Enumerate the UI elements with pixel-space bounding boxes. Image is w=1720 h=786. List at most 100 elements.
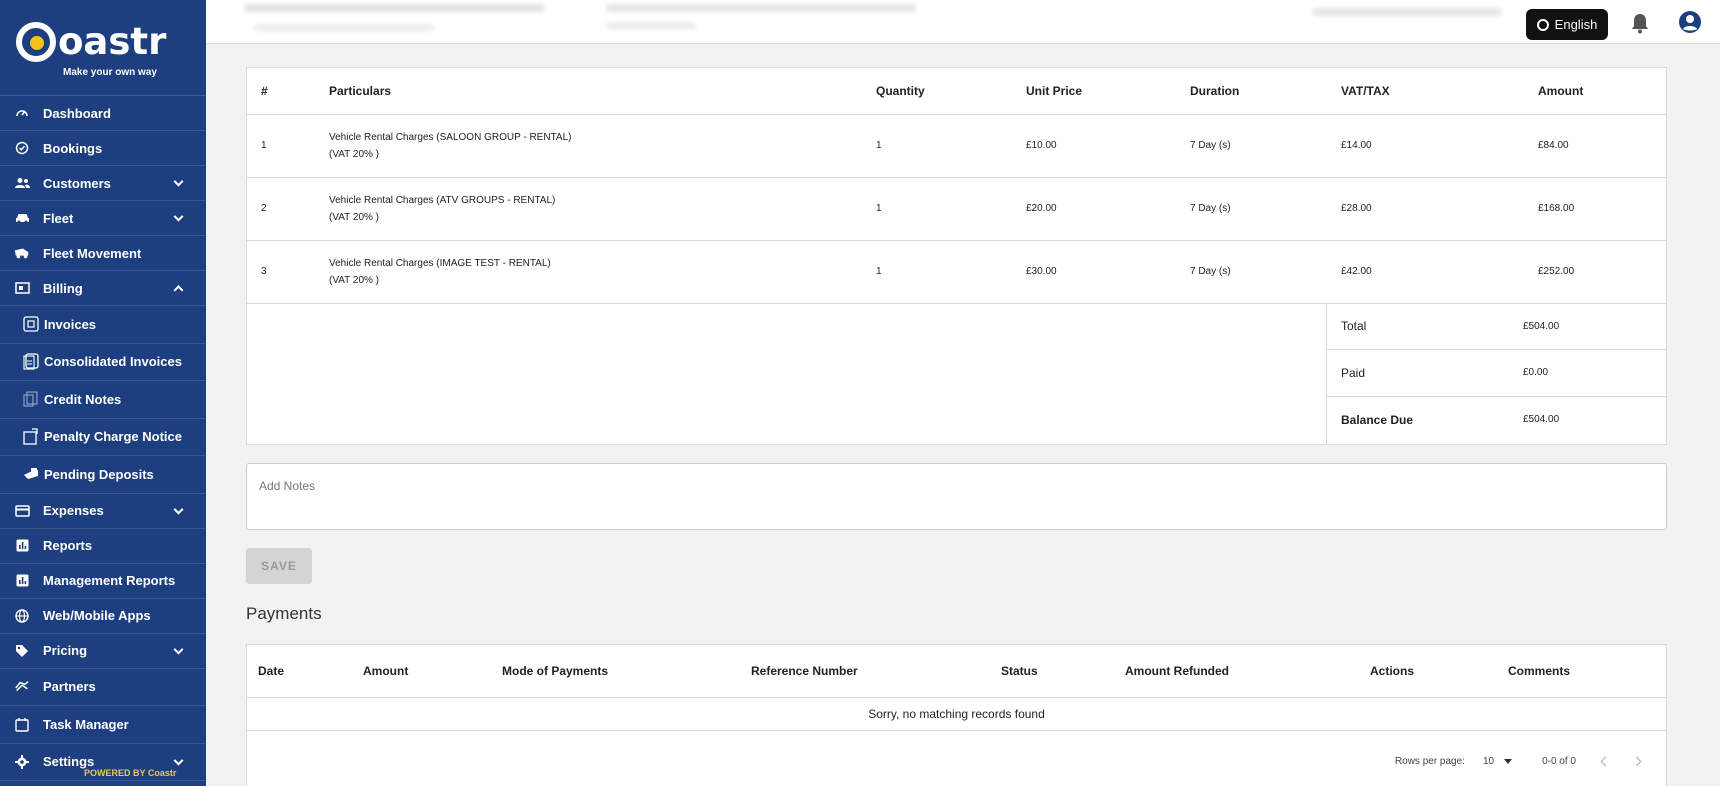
chevron-down-icon[interactable]: [173, 644, 184, 655]
duration-cell: 7 Day (s): [1176, 114, 1327, 178]
col-header[interactable]: Mode of Payments: [491, 644, 740, 698]
balance-due-value: £504.00: [1523, 414, 1560, 426]
check-circle-icon: [14, 140, 30, 156]
chart-icon: [14, 538, 30, 554]
col-header: Quantity: [862, 68, 1012, 115]
brand-name: oastr: [58, 20, 167, 63]
sidebar-item-task-manager[interactable]: Task Manager: [0, 706, 206, 744]
truck-icon: [14, 245, 30, 261]
sidebar-item-partners[interactable]: Partners: [0, 669, 206, 706]
sidebar-item-reports[interactable]: Reports: [0, 529, 206, 564]
sidebar-item-customers[interactable]: Customers: [0, 166, 206, 201]
chevron-down-icon[interactable]: [173, 504, 184, 515]
chevron-down-icon[interactable]: [173, 211, 184, 222]
sidebar-item-consolidated-invoices[interactable]: Consolidated Invoices: [0, 344, 206, 381]
row-number: 1: [247, 114, 315, 178]
sidebar-item-label: Pending Deposits: [44, 466, 154, 482]
invoice-items-table: # Particulars Quantity Unit Price Durati…: [247, 68, 1666, 304]
vat-note: (VAT 20% ): [329, 148, 380, 160]
sidebar-item-fleet[interactable]: Fleet: [0, 201, 206, 236]
user-account-icon[interactable]: [1678, 10, 1702, 34]
sidebar-item-fleet-movement[interactable]: Fleet Movement: [0, 236, 206, 271]
col-header[interactable]: Actions: [1359, 644, 1497, 698]
chevron-right-icon[interactable]: [1631, 756, 1642, 766]
vat-note: (VAT 20% ): [329, 211, 380, 223]
unit-price-cell: £10.00: [1012, 114, 1176, 178]
sidebar-item-expenses[interactable]: Expenses: [0, 494, 206, 529]
unit-price-cell: £20.00: [1012, 177, 1176, 241]
sidebar-item-dashboard[interactable]: Dashboard: [0, 96, 206, 131]
sidebar-item-management-reports[interactable]: Management Reports: [0, 564, 206, 599]
payments-card: Date Amount Mode of Payments Reference N…: [246, 643, 1667, 786]
chevron-up-icon[interactable]: [173, 285, 184, 296]
chevron-down-icon[interactable]: [173, 176, 184, 187]
billing-icon: [14, 280, 30, 296]
notes-input[interactable]: Add Notes: [246, 462, 1667, 530]
sidebar-item-label: Penalty Charge Notice: [44, 429, 182, 445]
language-button[interactable]: English: [1526, 9, 1608, 40]
totals-section: Total £504.00 Paid £0.00 Balance Due £50…: [247, 303, 1666, 444]
invoice-items-card: # Particulars Quantity Unit Price Durati…: [246, 67, 1667, 445]
sidebar: oastr Make your own way Dashboard Booking…: [0, 0, 206, 786]
credit-note-icon: [22, 391, 40, 407]
chevron-down-icon[interactable]: [173, 755, 184, 766]
blurred-content: [606, 4, 916, 12]
row-number: 2: [247, 177, 315, 241]
sidebar-item-credit-notes[interactable]: Credit Notes: [0, 381, 206, 419]
col-header[interactable]: Reference Number: [740, 644, 990, 698]
brand-tagline: Make your own way: [63, 67, 157, 78]
col-header[interactable]: Status: [990, 644, 1114, 698]
language-ring-icon: [1536, 18, 1549, 31]
sidebar-item-label: Pricing: [43, 643, 88, 658]
sidebar-item-label: Expenses: [43, 503, 104, 518]
sidebar-item-label: Management Reports: [43, 573, 176, 588]
bell-icon[interactable]: [1630, 12, 1650, 34]
particular-text: Vehicle Rental Charges (IMAGE TEST - REN…: [329, 257, 551, 269]
particulars-cell: Vehicle Rental Charges (SALOON GROUP - R…: [315, 114, 862, 178]
calendar-icon: [14, 716, 30, 732]
vat-note: (VAT 20% ): [329, 274, 380, 286]
col-header[interactable]: Amount: [352, 644, 491, 698]
sidebar-item-invoices[interactable]: Invoices: [0, 306, 206, 344]
sidebar-item-web-mobile-apps[interactable]: Web/Mobile Apps: [0, 599, 206, 634]
sidebar-item-label: Settings: [43, 754, 95, 769]
sidebar-nav: Dashboard Bookings Customers Fleet Fleet Mov…: [0, 96, 206, 781]
handshake-icon: [14, 679, 30, 695]
particulars-cell: Vehicle Rental Charges (IMAGE TEST - REN…: [315, 240, 862, 304]
col-header[interactable]: Amount Refunded: [1114, 644, 1359, 698]
payments-title: Payments: [246, 603, 322, 623]
save-button[interactable]: SAVE: [246, 547, 312, 584]
chart-icon: [14, 573, 30, 589]
vat-cell: £42.00: [1327, 240, 1524, 304]
chevron-left-icon[interactable]: [1600, 756, 1611, 766]
table-row: 3 Vehicle Rental Charges (IMAGE TEST - R…: [247, 240, 1666, 304]
col-header: Particulars: [315, 68, 862, 115]
logo[interactable]: oastr Make your own way: [0, 0, 206, 96]
powered-by: POWERED BY Coastr: [84, 768, 177, 778]
vat-cell: £14.00: [1327, 114, 1524, 178]
people-icon: [14, 175, 30, 191]
table-header-row: # Particulars Quantity Unit Price Durati…: [247, 68, 1666, 115]
deposit-icon: [22, 466, 40, 482]
col-header[interactable]: Date: [247, 644, 352, 698]
sidebar-item-billing[interactable]: Billing: [0, 271, 206, 306]
paid-value: £0.00: [1523, 367, 1549, 379]
row-number: 3: [247, 240, 315, 304]
sidebar-item-pricing[interactable]: Pricing: [0, 634, 206, 669]
sidebar-item-penalty-charge-notice[interactable]: Penalty Charge Notice: [0, 419, 206, 456]
sidebar-item-label: Fleet: [43, 210, 74, 226]
sidebar-item-bookings[interactable]: Bookings: [0, 131, 206, 166]
caret-down-icon: [1504, 758, 1513, 764]
rows-per-page-label: Rows per page:: [1394, 755, 1465, 767]
main-content: # Particulars Quantity Unit Price Durati…: [246, 67, 1667, 786]
particular-text: Vehicle Rental Charges (SALOON GROUP - R…: [329, 131, 572, 143]
tag-icon: [14, 643, 30, 659]
sidebar-item-label: Task Manager: [43, 716, 129, 732]
invoice-stack-icon: [22, 353, 40, 370]
col-header[interactable]: Comments: [1497, 644, 1666, 698]
sidebar-item-label: Billing: [43, 280, 83, 296]
duration-cell: 7 Day (s): [1176, 177, 1327, 241]
rows-per-page-select[interactable]: 10: [1483, 756, 1513, 767]
total-value: £504.00: [1523, 320, 1560, 332]
sidebar-item-pending-deposits[interactable]: Pending Deposits: [0, 456, 206, 494]
